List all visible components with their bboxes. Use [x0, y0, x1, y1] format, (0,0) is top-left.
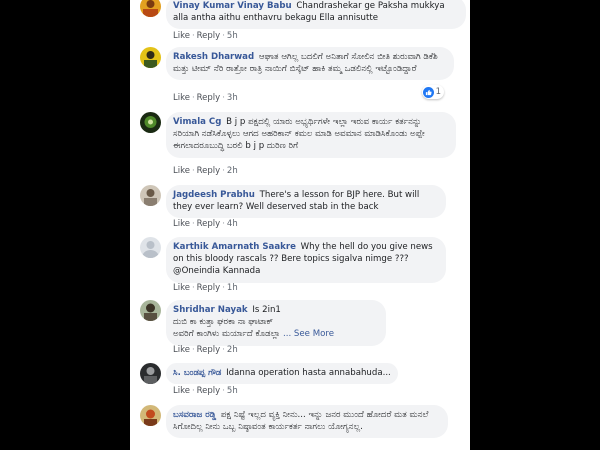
reaction-badge[interactable]: 1 [421, 85, 444, 99]
like-link[interactable]: Like [173, 31, 190, 41]
see-more-link[interactable]: ... See More [283, 329, 334, 339]
comment-text: Is 2in1 [252, 305, 281, 315]
comment-time[interactable]: 2h [227, 345, 238, 355]
like-link[interactable]: Like [173, 219, 190, 229]
avatar[interactable] [140, 0, 161, 17]
avatar[interactable] [140, 185, 161, 206]
screenshot: Vinay Kumar Vinay Babu Chandrashekar ge … [0, 0, 600, 450]
reply-link[interactable]: Reply [197, 31, 221, 41]
reply-link[interactable]: Reply [197, 219, 221, 229]
comment-author[interactable]: ಸಿ. ಬಂಡಪ್ಪ ಗೌಡ [173, 368, 221, 378]
comment-text: ದುಬಿ ಕಾ ಕುತ್ತಾ ಘರಕಾ ನಾ ಘಾಟಾಕ್ [173, 317, 274, 328]
comment-time[interactable]: 5h [227, 31, 238, 41]
comment-actions: Like · Reply · 2h [173, 166, 238, 176]
comment-time[interactable]: 1h [227, 283, 238, 293]
comment-bubble: Vimala Cg B j p ಪಕ್ಷದಲ್ಲಿ ಯಾರು ಅಭ್ಯರ್ಥಿಗ… [166, 112, 456, 158]
comment-actions: Like · Reply · 5h [173, 386, 238, 396]
comment-author[interactable]: Rakesh Dharwad [173, 52, 254, 62]
like-link[interactable]: Like [173, 283, 190, 293]
reply-link[interactable]: Reply [197, 93, 221, 103]
avatar[interactable] [140, 363, 161, 384]
comment-bubble: Rakesh Dharwad ಆಘಾತ ಆಗಿಲ್ಲ ಬದಲಿಗೆ ಅನಿತಾಗ… [166, 47, 454, 81]
comment-time[interactable]: 4h [227, 219, 238, 229]
comment-actions: Like · Reply · 5h [173, 31, 238, 41]
avatar[interactable] [140, 112, 161, 133]
comment-bubble: Shridhar Nayak Is 2in1 ದುಬಿ ಕಾ ಕುತ್ತಾ ಘರ… [166, 300, 386, 346]
comment-author[interactable]: Shridhar Nayak [173, 305, 248, 315]
like-link[interactable]: Like [173, 386, 190, 396]
avatar[interactable] [140, 300, 161, 321]
avatar[interactable] [140, 47, 161, 68]
comment-text: ಅವರಿಗೆ ಕಾಂಗಿಳು ಮರ್ಯಾದೆ ಕೊಡಲ್ಲಾ [173, 329, 281, 340]
like-link[interactable]: Like [173, 93, 190, 103]
like-link[interactable]: Like [173, 166, 190, 176]
comment-time[interactable]: 2h [227, 166, 238, 176]
comment-author[interactable]: Jagdeesh Prabhu [173, 190, 255, 200]
comment-time[interactable]: 3h [227, 93, 238, 103]
comment-bubble: ಬಸವರಾಜ ರಡ್ಡಿ ಪಕ್ಷ ನಿಷ್ಟೆ ಇಲ್ಲದ ವ್ಯಕ್ತಿ ನ… [166, 405, 448, 439]
comment-bubble: Jagdeesh Prabhu There's a lesson for BJP… [166, 185, 446, 219]
comment-author[interactable]: Vinay Kumar Vinay Babu [173, 1, 292, 11]
comment-author[interactable]: Karthik Amarnath Saakre [173, 242, 296, 252]
comment-author[interactable]: ಬಸವರಾಜ ರಡ್ಡಿ [173, 410, 216, 420]
reply-link[interactable]: Reply [197, 386, 221, 396]
reply-link[interactable]: Reply [197, 283, 221, 293]
comment-time[interactable]: 5h [227, 386, 238, 396]
comment-bubble: Karthik Amarnath Saakre Why the hell do … [166, 237, 446, 283]
comment-actions: Like · Reply · 1h [173, 283, 238, 293]
comment-author[interactable]: Vimala Cg [173, 117, 221, 127]
reply-link[interactable]: Reply [197, 166, 221, 176]
avatar[interactable] [140, 405, 161, 426]
reply-link[interactable]: Reply [197, 345, 221, 355]
comment-bubble: Vinay Kumar Vinay Babu Chandrashekar ge … [166, 0, 466, 30]
reaction-count: 1 [435, 87, 441, 97]
like-link[interactable]: Like [173, 345, 190, 355]
comment-bubble: ಸಿ. ಬಂಡಪ್ಪ ಗೌಡ Idanna operation hasta an… [166, 363, 398, 385]
comment-actions: Like · Reply · 2h [173, 345, 238, 355]
comment-actions: Like · Reply · 3h [173, 93, 238, 103]
comments-panel: Vinay Kumar Vinay Babu Chandrashekar ge … [130, 0, 470, 450]
thumbs-up-icon [422, 86, 434, 98]
avatar[interactable] [140, 237, 161, 258]
comment-actions: Like · Reply · 4h [173, 219, 238, 229]
comment-text: Idanna operation hasta annabahuda... [226, 368, 391, 378]
